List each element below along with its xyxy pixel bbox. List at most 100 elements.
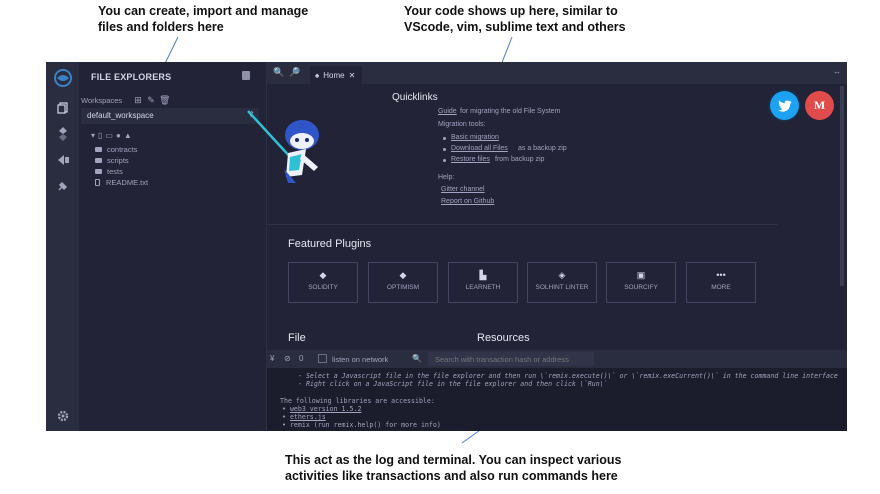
migration-tools-label: Migration tools: xyxy=(438,121,486,128)
download-suffix: as a backup zip xyxy=(518,145,567,152)
help-label: Help: xyxy=(438,174,455,181)
terminal-line: The following libraries are accessible: xyxy=(280,397,435,405)
gear-icon[interactable] xyxy=(53,406,73,426)
home-tab-icon: ♠ xyxy=(315,70,320,80)
more-icon: ••• xyxy=(716,270,726,280)
resources-section-title: Resources xyxy=(477,332,530,344)
annotation-left-line2: files and folders here xyxy=(98,20,224,34)
tree-item-label: tests xyxy=(107,167,123,176)
clear-console-icon[interactable]: ⊘ xyxy=(284,354,291,363)
restore-suffix: from backup zip xyxy=(495,156,545,163)
sourcify-icon: ▣ xyxy=(636,270,646,280)
create-workspace-icon[interactable]: ⊞ xyxy=(133,95,143,105)
main-scrollbar[interactable] xyxy=(840,86,844,286)
search-icon: 🔍 xyxy=(412,354,422,363)
expand-icon[interactable]: ↔ xyxy=(833,67,841,76)
tree-item-label: scripts xyxy=(107,156,129,165)
plugin-card-learneth[interactable]: ▙ LEARNETH xyxy=(448,262,518,303)
close-icon[interactable]: ✕ xyxy=(349,71,356,80)
twitter-icon xyxy=(777,99,792,112)
featured-plugins-title: Featured Plugins xyxy=(288,238,372,250)
deploy-run-icon[interactable] xyxy=(53,150,73,170)
workspace-select[interactable]: default_workspace ⇕ xyxy=(81,108,259,124)
guide-link[interactable]: Guide xyxy=(438,108,457,115)
search-input[interactable] xyxy=(428,352,594,366)
solidity-compiler-icon[interactable] xyxy=(53,124,73,144)
zoom-out-icon[interactable]: 🔍 xyxy=(273,67,284,78)
plugin-card-more[interactable]: ••• MORE xyxy=(686,262,756,303)
section-divider xyxy=(265,224,778,225)
tree-folder-tests[interactable]: tests xyxy=(95,167,123,176)
listen-network-checkbox[interactable] xyxy=(318,354,327,363)
web3-link[interactable]: web3 version 1.5.2 xyxy=(290,405,361,413)
tab-home[interactable]: ♠ Home ✕ xyxy=(310,66,362,84)
solhint-icon: ◈ xyxy=(558,270,566,280)
annotation-bottom-line2: activities like transactions and also ru… xyxy=(285,469,618,483)
report-github-link[interactable]: Report on Github xyxy=(441,198,494,205)
restore-files-link[interactable]: Restore files xyxy=(451,156,490,163)
folder-icon xyxy=(95,147,102,152)
gitter-link[interactable]: Gitter channel xyxy=(441,186,485,193)
upload-icon[interactable]: ▲ xyxy=(124,131,135,140)
basic-migration-link[interactable]: Basic migration xyxy=(451,134,499,141)
tree-item-label: contracts xyxy=(107,145,138,154)
remix-mascot-illustration xyxy=(247,110,319,183)
folder-icon xyxy=(95,169,102,174)
plugin-card-solidity[interactable]: ◆ SOLIDITY xyxy=(288,262,358,303)
solidity-icon: ◆ xyxy=(319,270,327,280)
terminal-list-item: • web3 version 1.5.2 xyxy=(282,405,362,413)
new-folder-icon[interactable]: ▭ xyxy=(105,131,116,140)
annotation-editor: Your code shows up here, similar to VSco… xyxy=(404,3,664,35)
workspaces-label: Workspaces xyxy=(81,96,123,105)
annotation-bottom-line1: This act as the log and terminal. You ca… xyxy=(285,453,622,467)
twitter-button[interactable] xyxy=(770,91,799,120)
collapse-icon[interactable]: ▾ xyxy=(91,131,98,140)
medium-button[interactable]: M xyxy=(805,91,834,120)
files-icon[interactable] xyxy=(53,98,73,118)
annotation-file-explorer: You can create, import and manage files … xyxy=(98,3,338,35)
terminal-line: - Select a Javascript file in the file e… xyxy=(298,372,838,380)
plugin-label: OPTIMISM xyxy=(386,284,420,291)
folder-icon xyxy=(95,158,102,163)
minimize-terminal-icon[interactable]: ¥ xyxy=(270,354,274,363)
download-all-files-link[interactable]: Download all Files xyxy=(451,145,508,152)
icon-panel xyxy=(46,62,79,431)
tree-folder-contracts[interactable]: contracts xyxy=(95,145,137,154)
medium-icon: M xyxy=(813,98,826,112)
tabs-bar: 🔍 🔎 ♠ Home ✕ ↔ xyxy=(267,62,847,84)
bullet xyxy=(443,137,446,140)
delete-workspace-icon[interactable]: 🗑 xyxy=(159,95,170,105)
file-tree-toolbar: ▾▯▭●▲ xyxy=(91,131,135,140)
plugin-icon[interactable] xyxy=(53,176,73,196)
rename-workspace-icon[interactable]: ✎ xyxy=(146,95,156,105)
annotation-terminal: This act as the log and terminal. You ca… xyxy=(285,452,665,484)
tab-home-label: Home xyxy=(323,70,345,80)
documentation-icon[interactable] xyxy=(242,71,250,80)
plugin-label: MORE xyxy=(711,284,731,291)
workspace-selected-value: default_workspace xyxy=(87,111,154,120)
plugin-card-solhint-linter[interactable]: ◈ SOLHINT LINTER xyxy=(527,262,597,303)
tree-file-readme[interactable]: README.txt xyxy=(95,178,148,187)
quicklinks-title: Quicklinks xyxy=(392,92,438,103)
ethers-link[interactable]: ethers.js xyxy=(290,413,326,421)
optimism-icon: ◆ xyxy=(399,270,407,280)
terminal-list-item: • ethers.js xyxy=(282,413,326,421)
plugin-card-sourcify[interactable]: ▣ SOURCIFY xyxy=(606,262,676,303)
learneth-icon: ▙ xyxy=(479,270,487,280)
bullet xyxy=(443,159,446,162)
file-icon xyxy=(95,179,100,186)
zoom-in-icon[interactable]: 🔎 xyxy=(289,67,300,78)
file-explorer-panel: FILE EXPLORERS Workspaces ⊞ ✎ 🗑 default_… xyxy=(79,62,267,431)
terminal-line: - Right click on a JavaScript file in th… xyxy=(298,380,608,388)
plugin-label: SOLIDITY xyxy=(308,284,338,291)
pending-tx-count: 0 xyxy=(299,354,304,363)
plugin-label: SOURCIFY xyxy=(624,284,658,291)
remix-logo-icon[interactable] xyxy=(53,68,73,88)
annotation-left-line1: You can create, import and manage xyxy=(98,4,309,18)
plugin-label: SOLHINT LINTER xyxy=(535,284,589,291)
terminal-list-item: • remix (run remix.help() for more info) xyxy=(282,421,441,429)
github-icon[interactable]: ● xyxy=(116,131,124,140)
plugin-card-optimism[interactable]: ◆ OPTIMISM xyxy=(368,262,438,303)
tree-folder-scripts[interactable]: scripts xyxy=(95,156,129,165)
remix-lib-text: remix (run remix.help() for more info) xyxy=(289,421,441,429)
